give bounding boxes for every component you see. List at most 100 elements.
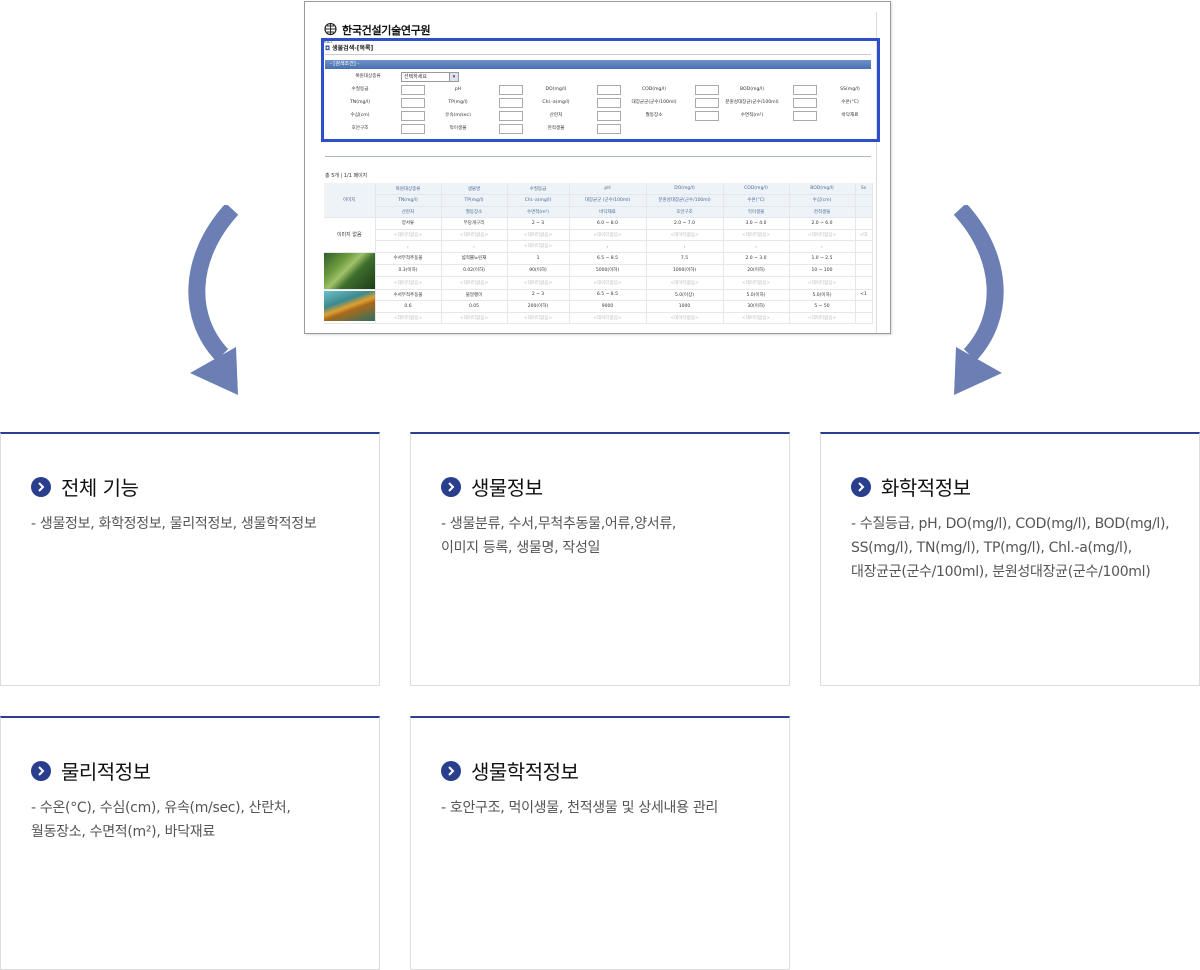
table-cell: <데이터없음> (569, 229, 647, 241)
card-title-text: 생물정보 (471, 476, 543, 500)
table-cell: <데이터없음> (789, 312, 856, 324)
chevron-right-icon (441, 760, 461, 781)
table-header-cell: 바닥재료 (569, 206, 647, 218)
species-thumbnail-image[interactable] (324, 252, 374, 288)
table-header-cell: 수온(°C) (723, 194, 790, 207)
card-title-text: 물리적정보 (61, 760, 151, 784)
card-bio-info: 생물정보 - 생물분류, 수서,무척추동물,어류,양서류, 이미지 등록, 생물… (410, 432, 790, 686)
table-header-row: 이미지 복원대상종류 생물명 수질등급 pH DO(mg/l) COD(mg/l) BOD(m… (324, 183, 873, 218)
table-cell: , (569, 240, 647, 253)
table-header-cell: 산란처 (375, 206, 442, 218)
table-cell: <데 (855, 229, 873, 241)
table-cell (855, 300, 873, 313)
table-cell: , (441, 240, 508, 253)
table-header-cell: TP(mg/l) (441, 194, 508, 207)
table-header-cell: 수심(cm) (789, 194, 856, 207)
table-row[interactable]: <데이터없음> <데이터없음> <데이터없음> <데이터없음> <데이터없음> <데이터없… (324, 229, 873, 241)
table-cell: 200(이하) (507, 300, 570, 313)
table-cell: 2.0 ~ 6.0 (789, 217, 856, 230)
chevron-right-icon (851, 476, 871, 497)
table-row[interactable]: <데이터없음> <데이터없음> <데이터없음> <데이터없음> <데이터없음> <데이터없… (324, 312, 873, 324)
table-cell: <데이터없음> (569, 276, 647, 290)
table-row[interactable]: <데이터없음> <데이터없음> <데이터없음> <데이터없음> <데이터없음> <데이터없… (324, 276, 873, 290)
chevron-right-icon (31, 476, 51, 497)
table-cell: 물달팽이 (441, 289, 508, 301)
table-cell: 5 ~ 50 (789, 300, 856, 313)
table-cell: , (723, 240, 790, 253)
table-cell: , (789, 240, 856, 253)
table-cell: 5.0(이상) (646, 289, 724, 301)
table-cell: <데이터없음> (375, 276, 442, 290)
no-image-cell: 이미지 없음 (324, 217, 376, 253)
table-cell: <데이터없음> (646, 276, 724, 290)
table-cell: 2 ~ 3 (507, 289, 570, 301)
table-cell: <데이터없음> (507, 276, 570, 290)
species-thumbnail-image[interactable] (324, 291, 374, 322)
divider (325, 156, 871, 157)
table-cell: 0.05 (441, 300, 508, 313)
table-cell (855, 312, 873, 324)
table-header-row: TN(mg/l) TP(mg/l) Chl.-a(mg/l) 대장균군 (군수/100… (324, 194, 873, 207)
table-cell: <데이터없음> (375, 229, 442, 241)
table-cell: 90(이하) (507, 264, 570, 278)
table-cell: 무당개구리 (441, 217, 508, 230)
table-cell (855, 264, 873, 278)
table-cell: 30(이하) (723, 300, 790, 313)
table-row[interactable]: 이미지 없음 양서류 무당개구리 2 ~ 3 6.0 ~ 8.0 2.0 ~ 7.0 3.0… (324, 217, 873, 253)
table-cell: 1.0 ~ 2.5 (789, 252, 856, 265)
table-row[interactable]: 수서무척추동물 물달팽이 2 ~ 3 6.5 ~ 8.5 5.0(이상) 5.0(이하) 5… (324, 289, 873, 324)
table-cell: <데이터없음> (507, 229, 570, 241)
table-header-cell: 분원성대장균(군수/100ml) (646, 194, 724, 207)
table-cell: 6.5 ~ 8.5 (569, 289, 647, 301)
table-cell: 10 ~ 100 (789, 264, 856, 278)
results-table: 이미지 복원대상종류 생물명 수질등급 pH DO(mg/l) COD(mg/l) BOD(m… (324, 183, 873, 324)
table-cell: 넓적뿔노린재 (441, 252, 508, 265)
table-cell: 6.5 ~ 8.5 (569, 252, 647, 265)
table-header-cell: 생물명 (441, 183, 508, 195)
table-header-cell: COD(mg/l) (723, 183, 790, 195)
table-header-cell: BOD(mg/l) (789, 183, 856, 195)
image-cell (324, 289, 376, 324)
card-title: 전체 기능 (31, 472, 139, 501)
table-row[interactable]: ,, <데이터없음>,,,, (324, 240, 873, 253)
card-title: 화학적정보 (851, 472, 971, 501)
chevron-right-icon (31, 760, 51, 781)
table-cell: 5.0(이하) (789, 289, 856, 301)
table-cell (855, 252, 873, 265)
table-cell: 2 ~ 3 (507, 217, 570, 230)
org-logo: KICT 한국건설기술연구원 (324, 20, 431, 44)
table-cell: , (646, 240, 724, 253)
table-cell: 2.0 ~ 3.0 (723, 252, 790, 265)
table-cell: 2.0 ~ 7.0 (646, 217, 724, 230)
table-cell (855, 240, 873, 253)
table-header-row: 산란처 월동장소 수면적(m²) 바닥재료 호안구조 먹이생물 천적생물 (324, 206, 873, 218)
table-cell: 9000 (569, 300, 647, 313)
table-cell (855, 276, 873, 290)
table-header-cell: 수면적(m²) (507, 206, 570, 218)
table-cell: 5.0(이하) (723, 289, 790, 301)
table-header-cell: 복원대상종류 (375, 183, 442, 195)
table-header-cell: 이미지 (324, 183, 376, 218)
table-header-cell: 월동장소 (441, 206, 508, 218)
table-header-cell: Chl.-a(mg/l) (507, 194, 570, 207)
table-cell: , (375, 240, 442, 253)
table-row[interactable]: 수서무척추동물 넓적뿔노린재 1 6.5 ~ 8.5 7.5 2.0 ~ 3.0 1.0 ~… (324, 252, 873, 290)
table-cell: 1000(이하) (646, 264, 724, 278)
table-cell: 5000(이하) (569, 264, 647, 278)
curved-arrow-down-icon (953, 205, 1004, 395)
table-cell: <데이터없음> (646, 312, 724, 324)
card-title-text: 생물학적정보 (471, 760, 579, 784)
image-cell (324, 252, 376, 290)
table-row[interactable]: 0.6 0.05 200(이하) 9000 1000 30(이하) 5 ~ 50 (324, 300, 873, 313)
card-title: 물리적정보 (31, 756, 151, 785)
table-cell: <데이터없음> (723, 276, 790, 290)
table-header-cell: DO(mg/l) (646, 183, 724, 195)
result-count: 총 5개 | 1/1 페이지 (325, 173, 368, 179)
org-name: 한국건설기술연구원 (342, 24, 431, 37)
table-cell: <데이터없음> (569, 312, 647, 324)
card-description: - 생물정보, 화학정정보, 물리적정보, 생물학적정보 (31, 516, 317, 532)
table-row[interactable]: 0.3(이하) 0.02(이하) 90(이하) 5000(이하) 1000(이하) 20(… (324, 264, 873, 278)
table-cell: 수서무척추동물 (375, 289, 442, 301)
table-header-cell: TN(mg/l) (375, 194, 442, 207)
table-cell: 7.5 (646, 252, 724, 265)
